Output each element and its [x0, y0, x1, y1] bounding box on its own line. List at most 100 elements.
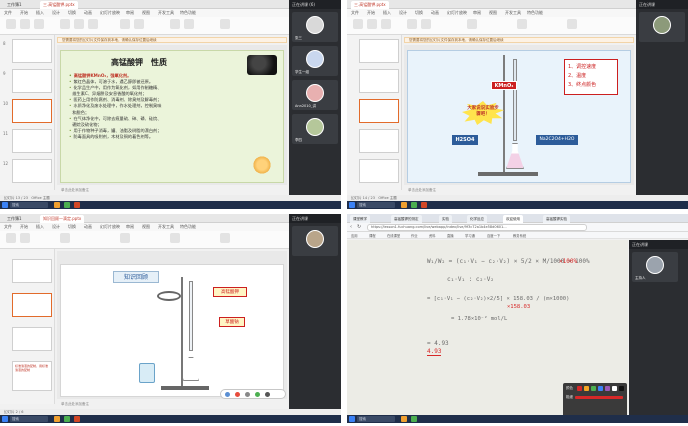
shapes-icon[interactable]: [170, 233, 180, 243]
bookmark[interactable]: 资料: [429, 233, 436, 238]
slide-thumbnail[interactable]: [12, 39, 52, 63]
ribbon-tab-slideshow[interactable]: 幻灯片放映: [447, 10, 467, 16]
bookmark[interactable]: 学习通: [465, 233, 475, 238]
arrange-icon[interactable]: [184, 19, 194, 29]
video-tile[interactable]: [292, 226, 338, 256]
ribbon-tab-developer[interactable]: 开发工具: [505, 10, 521, 16]
slide-titration-setup[interactable]: KMnO₄ 大家说说实验步骤吧！ H2SO4 Na2C2O4+H2O 1、调控速…: [407, 50, 631, 183]
video-tile[interactable]: [639, 12, 685, 42]
ribbon-tab-insert[interactable]: 插入: [383, 10, 391, 16]
ribbon-tab-animations[interactable]: 动画: [431, 10, 439, 16]
swatch-red[interactable]: [577, 386, 582, 391]
ribbon-tab-file[interactable]: 文件: [4, 10, 12, 16]
start-icon[interactable]: [349, 202, 355, 208]
ribbon-tab-review[interactable]: 审阅: [126, 10, 134, 16]
browser-icon[interactable]: [64, 202, 70, 208]
ribbon-tab-view[interactable]: 视图: [142, 224, 150, 230]
font-icon[interactable]: [60, 233, 70, 243]
new-slide-icon[interactable]: [20, 19, 30, 29]
ribbon-tab-view[interactable]: 视图: [489, 10, 497, 16]
browser-icon[interactable]: [411, 416, 417, 422]
ribbon-tab-review[interactable]: 审阅: [126, 224, 134, 230]
ribbon-tab-view[interactable]: 视图: [142, 10, 150, 16]
bookmark[interactable]: 直播: [447, 233, 454, 238]
align-icon[interactable]: [467, 19, 477, 29]
ribbon-tab-features[interactable]: 特色功能: [527, 10, 543, 16]
slide-kmno4-properties[interactable]: 高锰酸钾 性质 • 高锰酸钾KMnO₄，强氧化剂。 • 紫红色晶体，可溶于水，遇乙醇…: [60, 50, 284, 183]
swatch-white[interactable]: [612, 386, 617, 391]
browser-tab[interactable]: 实验: [439, 215, 452, 223]
ribbon-tab-design[interactable]: 设计: [52, 10, 60, 16]
ribbon-tab-insert[interactable]: 插入: [36, 224, 44, 230]
start-icon[interactable]: [349, 416, 355, 422]
ribbon-tab-insert[interactable]: 插入: [36, 10, 44, 16]
video-tile[interactable]: Ann2010_讲: [292, 80, 338, 110]
bookmark[interactable]: 作业: [411, 233, 418, 238]
slide-thumbnail[interactable]: [359, 129, 399, 153]
ribbon-tab-slideshow[interactable]: 幻灯片放映: [100, 224, 120, 230]
align-icon[interactable]: [120, 19, 130, 29]
layout-icon[interactable]: [34, 19, 44, 29]
find-icon[interactable]: [220, 19, 230, 29]
swatch-black[interactable]: [619, 386, 624, 391]
tab-presentation[interactable]: 三.高锰酸钾.pptx: [351, 1, 389, 9]
ribbon-tab-features[interactable]: 特色功能: [180, 224, 196, 230]
slide-thumbnail[interactable]: [359, 69, 399, 93]
taskbar-search[interactable]: 搜索: [10, 416, 48, 422]
bookmark[interactable]: 在线课堂: [387, 233, 400, 238]
slide-thumbnail-selected[interactable]: [12, 99, 52, 123]
slide-thumbnail[interactable]: 标准溶液的配制，用标准溶液的配制: [12, 361, 52, 391]
ribbon-tab-developer[interactable]: 开发工具: [158, 10, 174, 16]
taskbar-search[interactable]: 搜索: [10, 202, 48, 208]
notes-placeholder[interactable]: 单击此处添加备注: [404, 188, 634, 194]
ribbon-tab-features[interactable]: 特色功能: [180, 10, 196, 16]
video-tile[interactable]: 学生一组: [292, 46, 338, 76]
slide-thumbnail-selected[interactable]: [12, 293, 52, 317]
folder-icon[interactable]: [401, 416, 407, 422]
ribbon-tab-developer[interactable]: 开发工具: [158, 224, 174, 230]
paste-icon[interactable]: [6, 19, 16, 29]
save-notice-bar[interactable]: 您需要将您的幻灯片文件保存到本地，请确认保存位置后继续: [404, 37, 634, 43]
slide-thumbnail[interactable]: [12, 69, 52, 93]
back-icon[interactable]: ‹: [350, 224, 352, 230]
bookmark[interactable]: 课程: [369, 233, 376, 238]
swatch-purple[interactable]: [605, 386, 610, 391]
slide-thumbnail[interactable]: [12, 129, 52, 153]
pen-icon[interactable]: [225, 392, 230, 397]
italic-icon[interactable]: [88, 19, 98, 29]
font-icon[interactable]: [407, 19, 417, 29]
tab-presentation[interactable]: 三.高锰酸钾.pptx: [40, 1, 78, 9]
browser-tab[interactable]: 高锰酸钾的测定: [391, 215, 422, 223]
video-tile[interactable]: 主持人: [632, 252, 678, 282]
ribbon-tab-transitions[interactable]: 切换: [415, 10, 423, 16]
ribbon-tab-review[interactable]: 审阅: [473, 10, 481, 16]
ribbon-tab-file[interactable]: 文件: [4, 224, 12, 230]
laser-icon[interactable]: [235, 392, 240, 397]
slide-knowledge-review[interactable]: 知识回顾 高锰酸钾 草酸钠: [60, 264, 284, 397]
browser-tab[interactable]: 化学反应: [467, 215, 487, 223]
swatch-green[interactable]: [591, 386, 596, 391]
taskbar-search[interactable]: 搜索: [357, 202, 395, 208]
new-slide-icon[interactable]: [367, 19, 377, 29]
align-icon[interactable]: [120, 233, 130, 243]
browser-tab[interactable]: 高锰酸钾实验: [543, 215, 570, 223]
more-icon[interactable]: [265, 392, 270, 397]
highlighter-icon[interactable]: [255, 392, 260, 397]
bookmark[interactable]: 应用: [351, 233, 358, 238]
bold-icon[interactable]: [421, 19, 431, 29]
save-notice-bar[interactable]: 您需要将您的幻灯片文件保存到本地，请确认保存位置后继续: [57, 37, 287, 43]
ribbon-tab-file[interactable]: 文件: [351, 10, 359, 16]
ribbon-tab-transitions[interactable]: 切换: [68, 10, 76, 16]
eraser-icon[interactable]: [245, 392, 250, 397]
ribbon-tab-transitions[interactable]: 切换: [68, 224, 76, 230]
whiteboard-canvas[interactable]: W₁/W₂ = (c₁·V₁ − c₂·V₂) × 5/2 × M/1000 ×…: [347, 240, 628, 421]
ribbon-tab-slideshow[interactable]: 幻灯片放映: [100, 10, 120, 16]
ribbon-tab-home[interactable]: 开始: [367, 10, 375, 16]
slide-thumbnail[interactable]: [359, 39, 399, 63]
bookmark[interactable]: 教务系统: [513, 233, 526, 238]
ribbon-tab-home[interactable]: 开始: [20, 10, 28, 16]
ribbon-tab-animations[interactable]: 动画: [84, 224, 92, 230]
slide-thumbnail[interactable]: [12, 327, 52, 351]
video-tile[interactable]: 李四: [292, 114, 338, 144]
powerpoint-icon[interactable]: [74, 416, 80, 422]
